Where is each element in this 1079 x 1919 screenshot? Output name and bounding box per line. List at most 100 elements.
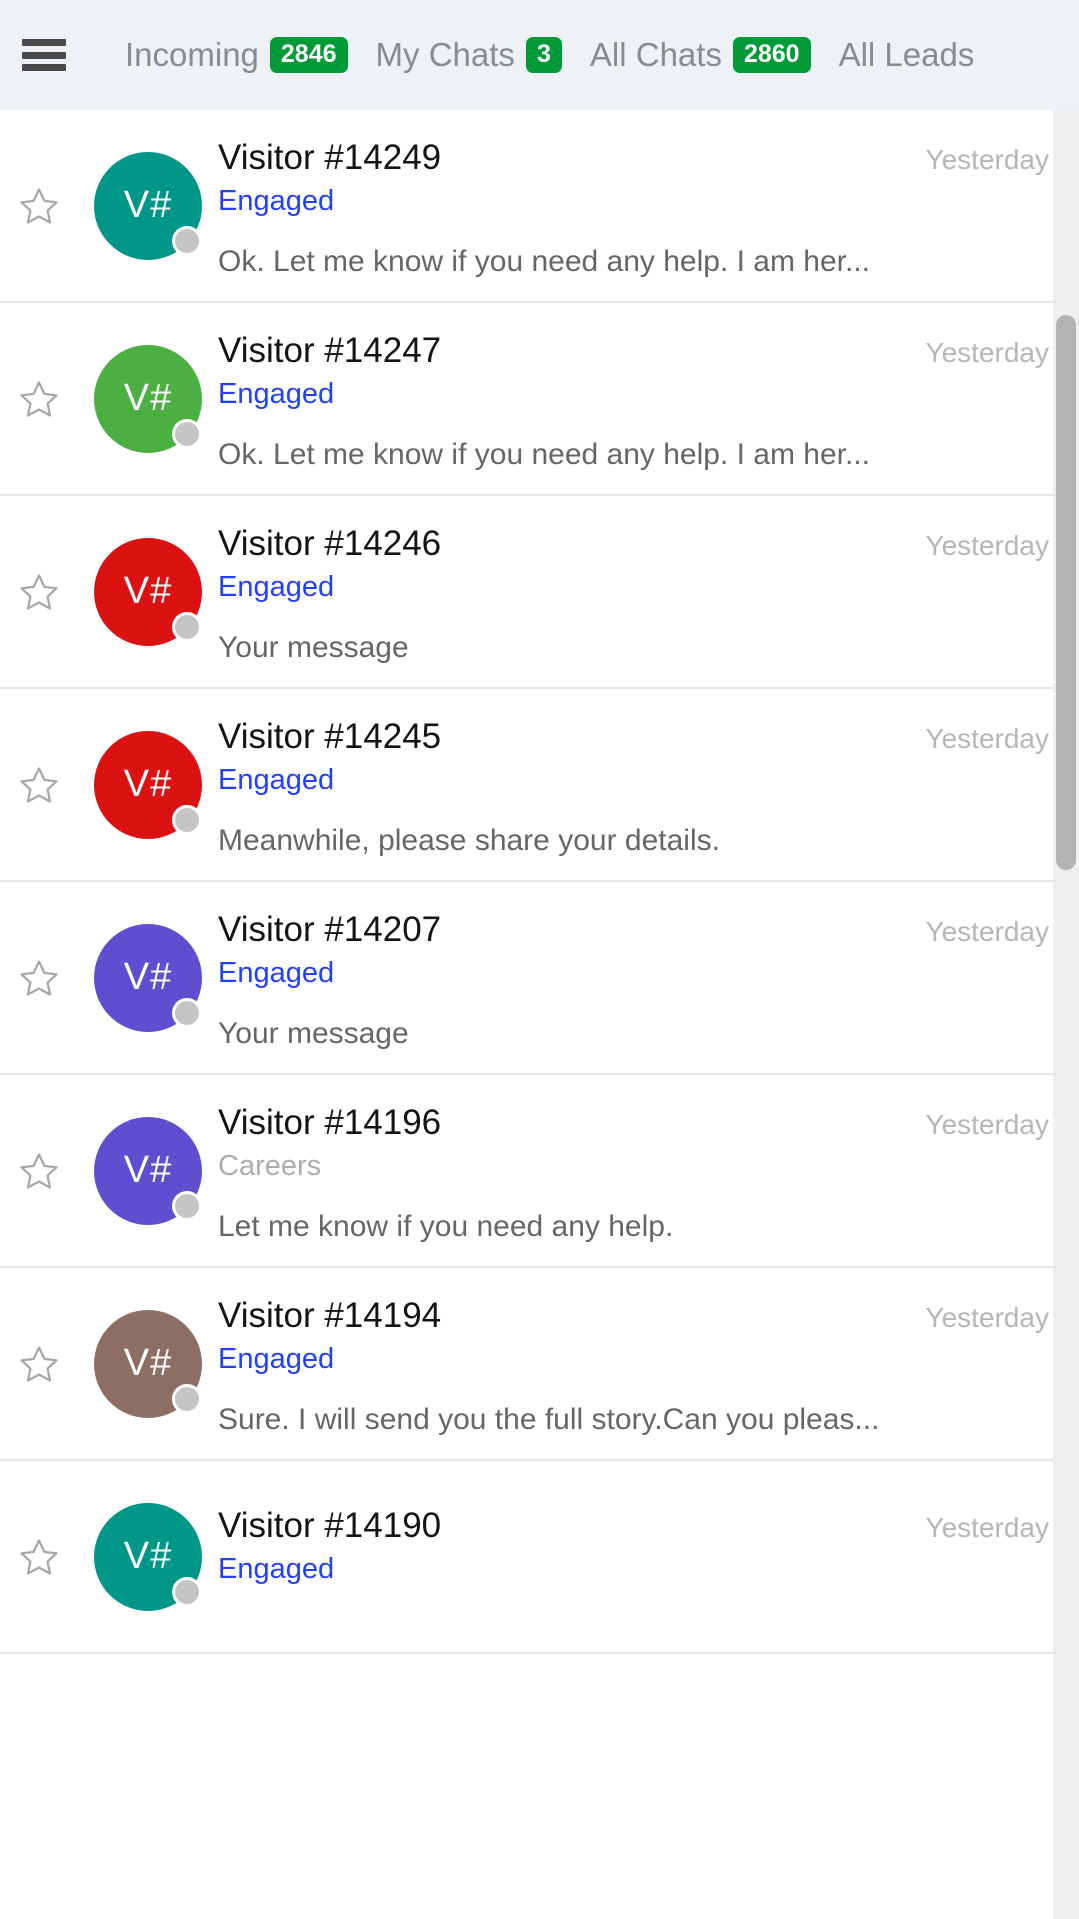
chat-item-content: Visitor #14246 Yesterday Engaged Your messa… [218,496,1079,687]
avatar: V# [94,1502,202,1611]
chat-status-label: Engaged [218,763,335,796]
chat-timestamp: Yesterday [925,336,1050,368]
scrollbar-track[interactable] [1053,110,1079,1919]
visitor-name: Visitor #14207 [218,909,442,949]
avatar-cell: V# [78,923,218,1032]
visitor-name: Visitor #14194 [218,1295,442,1335]
tab-label: All Leads [838,36,975,73]
presence-offline-dot [172,418,202,449]
chat-list: V# Visitor #14249 Yesterday Engaged Ok. Let … [0,110,1079,1919]
chat-item-header: Visitor #14190 Yesterday [218,1506,1049,1546]
chat-preview-text: Sure. I will send you the full story.Can… [218,1403,880,1437]
chat-list-item[interactable]: V# Visitor #14190 Yesterday Engaged [0,1461,1079,1654]
chat-timestamp: Yesterday [925,143,1050,175]
tab-my-chats[interactable]: My Chats 3 [362,0,576,110]
avatar-initials: V# [123,1149,173,1191]
avatar-cell: V# [78,1116,218,1225]
chat-item-content: Visitor #14245 Yesterday Engaged Meanwhile,… [218,689,1079,880]
avatar-cell: V# [78,344,218,453]
avatar: V# [94,537,202,646]
visitor-name: Visitor #14190 [218,1505,442,1545]
chat-timestamp: Yesterday [925,1511,1050,1543]
star-icon[interactable] [0,1150,78,1192]
star-icon[interactable] [0,1536,78,1578]
avatar: V# [94,1309,202,1418]
tab-all-leads[interactable]: All Leads [825,0,989,110]
chat-item-header: Visitor #14247 Yesterday [218,331,1049,371]
chat-list-item[interactable]: V# Visitor #14247 Yesterday Engaged Ok. Let … [0,303,1079,496]
star-icon[interactable] [0,571,78,613]
avatar-cell: V# [78,1309,218,1418]
chat-item-header: Visitor #14207 Yesterday [218,910,1049,950]
avatar-initials: V# [123,184,173,226]
avatar-cell: V# [78,730,218,839]
chat-item-content: Visitor #14196 Yesterday Careers Let me kno… [218,1075,1079,1266]
chat-preview-text: Ok. Let me know if you need any help. I … [218,438,871,472]
visitor-name: Visitor #14246 [218,523,442,563]
chat-status-label: Engaged [218,1342,335,1375]
presence-offline-dot [172,804,202,835]
tab-badge-count: 3 [525,37,562,73]
chat-item-header: Visitor #14245 Yesterday [218,717,1049,757]
tab-incoming[interactable]: Incoming 2846 [111,0,362,124]
chat-list-item[interactable]: V# Visitor #14194 Yesterday Engaged Sure. I … [0,1268,1079,1461]
chat-item-header: Visitor #14196 Yesterday [218,1103,1049,1143]
avatar: V# [94,1116,202,1225]
avatar-initials: V# [123,763,173,805]
chat-item-header: Visitor #14194 Yesterday [218,1296,1049,1336]
chat-timestamp: Yesterday [925,1108,1050,1140]
avatar: V# [94,344,202,453]
avatar: V# [94,923,202,1032]
visitor-name: Visitor #14247 [218,330,442,370]
tab-badge-count: 2846 [269,37,348,73]
scrollbar-thumb[interactable] [1056,315,1076,870]
star-icon[interactable] [0,1343,78,1385]
avatar: V# [94,151,202,260]
chat-status-label: Engaged [218,570,335,603]
chat-list-item[interactable]: V# Visitor #14249 Yesterday Engaged Ok. Let … [0,110,1079,303]
tab-all-chats[interactable]: All Chats 2860 [576,0,825,110]
chat-list-item[interactable]: V# Visitor #14196 Yesterday Careers Let me k… [0,1075,1079,1268]
presence-offline-dot [172,225,202,256]
chat-item-content: Visitor #14207 Yesterday Engaged Your messa… [218,882,1079,1073]
tab-label: Incoming [125,36,259,73]
tab-label: My Chats [375,36,515,73]
presence-offline-dot [172,997,202,1028]
top-bar: Incoming 2846 My Chats 3 All Chats 2860 All Le… [0,0,1079,124]
presence-offline-dot [172,611,202,642]
chat-list-item[interactable]: V# Visitor #14207 Yesterday Engaged Your mes… [0,882,1079,1075]
chat-list-panel: V# Visitor #14249 Yesterday Engaged Ok. Let … [0,110,1079,1919]
chat-item-header: Visitor #14246 Yesterday [218,524,1049,564]
star-icon[interactable] [0,185,78,227]
chat-list-item[interactable]: V# Visitor #14245 Yesterday Engaged Meanwhil… [0,689,1079,882]
chat-item-header: Visitor #14249 Yesterday [218,138,1049,178]
chat-preview-text: Meanwhile, please share your details. [218,824,720,858]
tab-bar: Incoming 2846 My Chats 3 All Chats 2860 All Le… [111,0,989,124]
avatar: V# [94,730,202,839]
presence-offline-dot [172,1190,202,1221]
avatar-cell: V# [78,151,218,260]
chat-status-label: Careers [218,1149,322,1182]
avatar-initials: V# [123,377,173,419]
chat-item-content: Visitor #14190 Yesterday Engaged [218,1461,1079,1652]
star-icon[interactable] [0,957,78,999]
star-icon[interactable] [0,764,78,806]
presence-offline-dot [172,1383,202,1414]
chat-preview-text: Let me know if you need any help. [218,1210,674,1244]
chat-status-label: Engaged [218,1552,335,1585]
chat-timestamp: Yesterday [925,529,1050,561]
chat-timestamp: Yesterday [925,722,1050,754]
tab-label: All Chats [589,36,722,73]
chat-preview-text: Your message [218,1017,409,1051]
avatar-initials: V# [123,956,173,998]
chat-preview-text: Ok. Let me know if you need any help. I … [218,245,871,279]
chat-list-item[interactable]: V# Visitor #14246 Yesterday Engaged Your mes… [0,496,1079,689]
chat-item-content: Visitor #14249 Yesterday Engaged Ok. Let me… [218,110,1079,301]
chat-status-label: Engaged [218,184,335,217]
visitor-name: Visitor #14249 [218,137,442,177]
avatar-cell: V# [78,1502,218,1611]
chat-timestamp: Yesterday [925,1301,1050,1333]
star-icon[interactable] [0,378,78,420]
chat-preview-text: Your message [218,631,409,665]
hamburger-menu-icon[interactable] [22,35,66,75]
